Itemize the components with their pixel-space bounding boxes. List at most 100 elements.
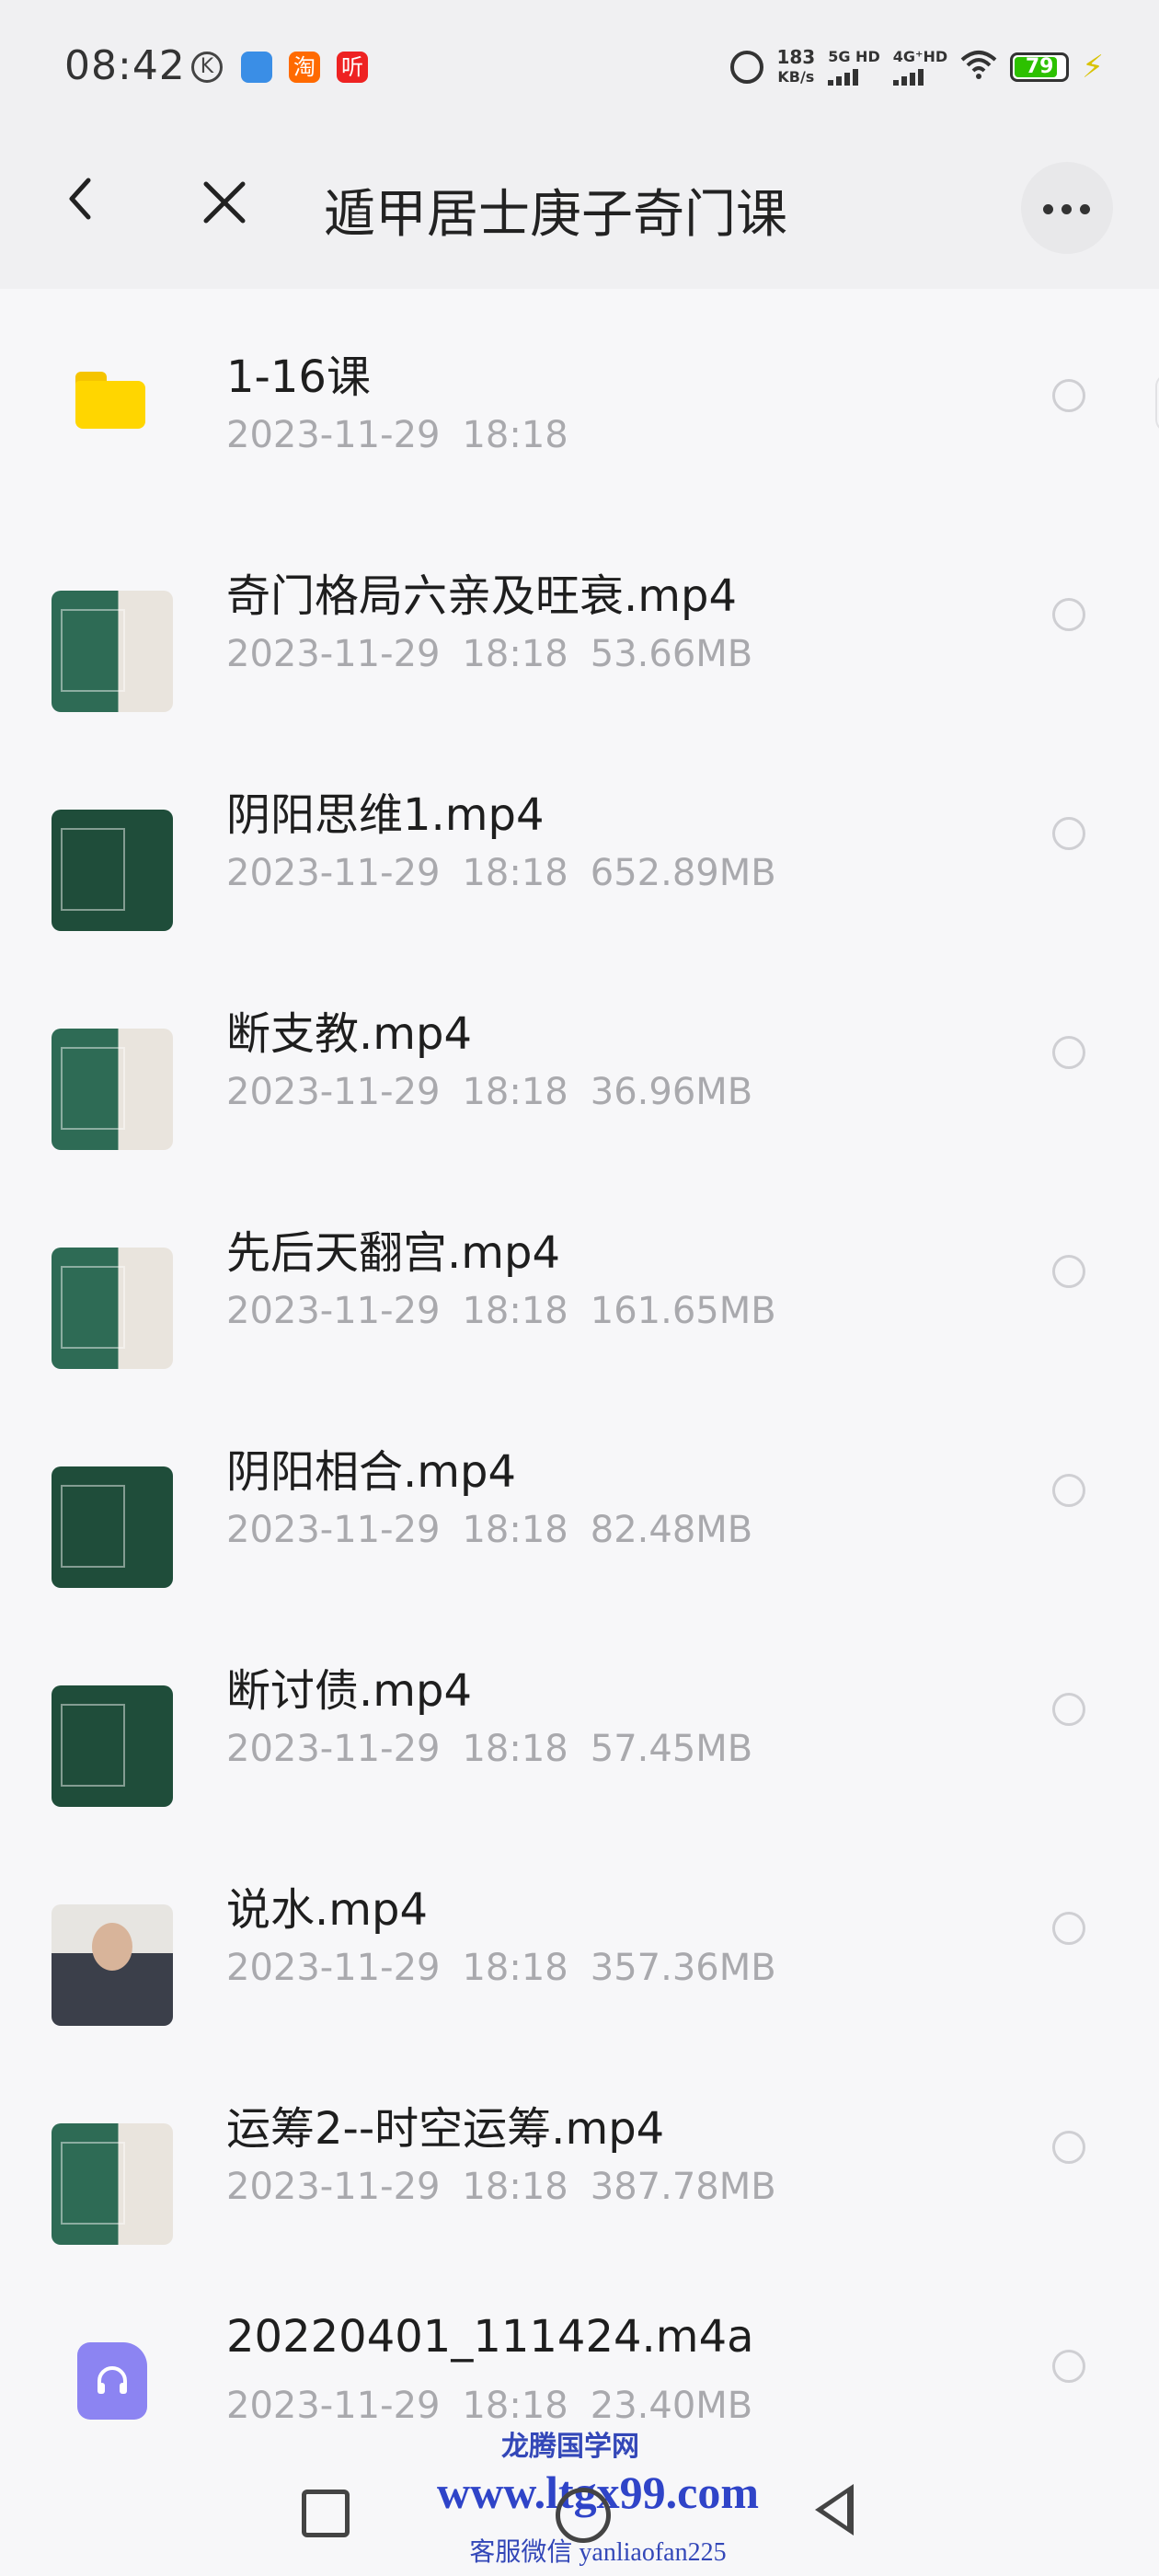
file-meta: 2023-11-29 18:18 23.40MB — [226, 2385, 775, 2427]
video-thumbnail — [52, 1248, 173, 1369]
signal-4g-label: 4G⁺HD — [892, 48, 948, 65]
file-meta: 2023-11-29 18:18 161.65MB — [226, 1290, 798, 1332]
file-time: 18:18 — [462, 633, 568, 675]
video-thumbnail — [52, 591, 173, 712]
file-time: 18:18 — [462, 2385, 568, 2427]
file-list-item[interactable]: 断支教.mp4 2023-11-29 18:18 36.96MB — [0, 951, 1159, 1170]
file-date: 2023-11-29 — [226, 1290, 441, 1332]
k-app-icon: K — [191, 52, 223, 83]
select-radio-button[interactable] — [1052, 1912, 1085, 1945]
more-options-button[interactable] — [1021, 162, 1113, 254]
select-radio-button[interactable] — [1052, 2350, 1085, 2383]
file-name: 运筹2--时空运筹.mp4 — [226, 2103, 665, 2155]
file-name: 先后天翻宫.mp4 — [226, 1227, 561, 1279]
file-name: 断讨债.mp4 — [226, 1665, 473, 1717]
video-thumbnail — [52, 2123, 173, 2245]
video-thumbnail — [52, 1685, 173, 1807]
file-name: 阴阳思维1.mp4 — [226, 789, 545, 841]
taobao-icon: 淘 — [289, 52, 320, 83]
file-list-item[interactable]: 先后天翻宫.mp4 2023-11-29 18:18 161.65MB — [0, 1170, 1159, 1389]
file-time: 18:18 — [462, 852, 568, 894]
network-speed: 183 KB/s — [776, 47, 815, 87]
status-time: 08:42 — [64, 42, 186, 89]
file-meta: 2023-11-29 18:18 387.78MB — [226, 2166, 798, 2208]
file-meta: 2023-11-29 18:18 53.66MB — [226, 633, 775, 675]
file-date: 2023-11-29 — [226, 1947, 441, 1989]
battery-level: 79 — [1025, 55, 1054, 78]
file-meta: 2023-11-29 18:18 36.96MB — [226, 1071, 775, 1113]
home-button[interactable] — [556, 2488, 611, 2543]
file-size: 23.40MB — [590, 2385, 753, 2427]
file-time: 18:18 — [462, 1947, 568, 1989]
file-date: 2023-11-29 — [226, 1071, 441, 1113]
select-radio-button[interactable] — [1052, 1036, 1085, 1069]
select-radio-button[interactable] — [1052, 598, 1085, 631]
file-list-item[interactable]: 阴阳思维1.mp4 2023-11-29 18:18 652.89MB — [0, 732, 1159, 951]
file-list-item[interactable]: 断讨债.mp4 2023-11-29 18:18 57.45MB — [0, 1608, 1159, 1827]
video-thumbnail — [52, 1029, 173, 1150]
file-date: 2023-11-29 — [226, 2385, 441, 2427]
file-time: 18:18 — [462, 1728, 568, 1770]
file-name: 说水.mp4 — [226, 1884, 429, 1936]
more-dot — [1043, 204, 1053, 214]
status-bar: 08:42 K 淘 听 183 KB/s 5G HD 4G⁺HD 79 ⚡ — [0, 0, 1159, 120]
file-time: 18:18 — [462, 1290, 568, 1332]
file-meta: 2023-11-29 18:18 652.89MB — [226, 852, 798, 894]
status-indicators: 183 KB/s 5G HD 4G⁺HD 79 ⚡ — [730, 44, 1104, 90]
chevron-left-icon — [69, 178, 91, 220]
video-thumbnail — [52, 1904, 173, 2026]
file-date: 2023-11-29 — [226, 2166, 441, 2208]
alarm-icon — [730, 51, 764, 84]
video-thumbnail — [52, 1466, 173, 1588]
charging-icon: ⚡ — [1082, 49, 1104, 86]
file-list-item[interactable]: 奇门格局六亲及旺衰.mp4 2023-11-29 18:18 53.66MB — [0, 513, 1159, 732]
recent-apps-button[interactable] — [302, 2490, 350, 2537]
file-size: 36.96MB — [590, 1071, 753, 1113]
file-meta: 2023-11-29 18:18 — [226, 414, 591, 456]
wifi-icon — [960, 49, 997, 86]
file-list-item[interactable]: 说水.mp4 2023-11-29 18:18 357.36MB — [0, 1827, 1159, 2046]
audio-file-icon — [77, 2342, 147, 2420]
signal-bars-icon — [892, 65, 947, 86]
select-radio-button[interactable] — [1052, 1255, 1085, 1288]
file-date: 2023-11-29 — [226, 1728, 441, 1770]
file-date: 2023-11-29 — [226, 414, 441, 456]
file-date: 2023-11-29 — [226, 852, 441, 894]
file-size: 387.78MB — [590, 2166, 776, 2208]
file-list-item[interactable]: 运筹2--时空运筹.mp4 2023-11-29 18:18 387.78MB — [0, 2046, 1159, 2265]
file-name: 1-16课 — [226, 351, 371, 403]
more-dot — [1080, 204, 1090, 214]
signal-5g: 5G HD — [828, 49, 880, 86]
close-icon — [203, 181, 246, 224]
file-list: 1-16课 2023-11-29 18:18 奇门格局六亲及旺衰.mp4 2023-11… — [0, 294, 1159, 2484]
file-list-item[interactable]: 1-16课 2023-11-29 18:18 — [0, 294, 1159, 513]
more-dot — [1061, 204, 1072, 214]
network-speed-value: 183 — [776, 46, 816, 68]
close-button[interactable] — [197, 175, 252, 234]
select-radio-button[interactable] — [1052, 1474, 1085, 1507]
system-navigation-bar — [0, 2447, 1159, 2576]
back-button[interactable] — [55, 171, 110, 226]
file-list-item[interactable]: 阴阳相合.mp4 2023-11-29 18:18 82.48MB — [0, 1389, 1159, 1608]
file-name: 断支教.mp4 — [226, 1008, 473, 1060]
signal-5g-label: 5G HD — [828, 48, 880, 65]
file-time: 18:18 — [462, 414, 568, 456]
select-radio-button[interactable] — [1052, 379, 1085, 412]
select-radio-button[interactable] — [1052, 1693, 1085, 1726]
folder-icon — [75, 372, 145, 429]
signal-bars-icon — [828, 65, 880, 86]
file-time: 18:18 — [462, 2166, 568, 2208]
file-size: 357.36MB — [590, 1947, 776, 1989]
select-radio-button[interactable] — [1052, 817, 1085, 850]
select-radio-button[interactable] — [1052, 2131, 1085, 2164]
signal-4g: 4G⁺HD — [892, 48, 948, 86]
system-back-button[interactable] — [815, 2484, 854, 2536]
video-thumbnail — [52, 810, 173, 931]
network-speed-unit: KB/s — [777, 68, 815, 86]
file-name: 阴阳相合.mp4 — [226, 1446, 517, 1498]
file-date: 2023-11-29 — [226, 1509, 441, 1551]
app-notification-icon — [241, 52, 272, 83]
file-size: 82.48MB — [590, 1509, 753, 1551]
battery-icon: 79 — [1010, 52, 1070, 82]
file-date: 2023-11-29 — [226, 633, 441, 675]
